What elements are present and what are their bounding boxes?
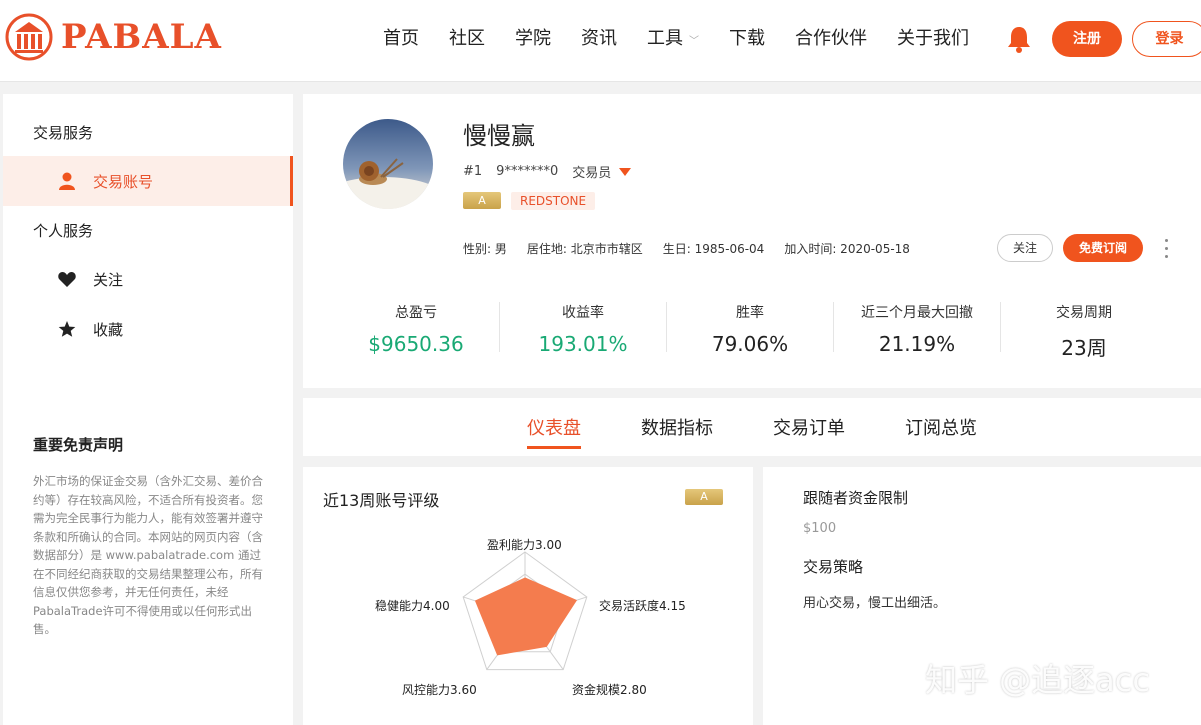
stat-label: 总盈亏 bbox=[395, 305, 437, 321]
brand-name: PABALA bbox=[61, 17, 222, 57]
stat-value: 79.06% bbox=[711, 332, 789, 356]
follower-limit-value: $100 bbox=[803, 521, 837, 536]
sidebar-item-favorite-label: 收藏 bbox=[93, 320, 124, 339]
nav-download[interactable]: 下载 bbox=[729, 24, 765, 57]
radar-label-activity: 交易活跃度4.15 bbox=[599, 599, 686, 613]
sidebar-item-follow-label: 关注 bbox=[93, 270, 124, 289]
account-meta: #1 9*******0 交易员 bbox=[463, 162, 645, 181]
sidebar-item-favorite[interactable]: 收藏 bbox=[3, 304, 293, 354]
role-label[interactable]: 交易员 bbox=[572, 162, 611, 181]
rating-card: 近13周账号评级 A 盈利能力3.00 交易活跃度4.15 资金规模2.80 风… bbox=[303, 467, 753, 725]
nav-about[interactable]: 关于我们 bbox=[897, 24, 969, 57]
radar-value-area bbox=[474, 577, 578, 656]
tab-dashboard[interactable]: 仪表盘 bbox=[527, 414, 581, 449]
stat-win-rate: 胜率 79.06% bbox=[667, 302, 834, 356]
radar-chart bbox=[462, 551, 588, 671]
stat-total-pnl: 总盈亏 $9650.36 bbox=[333, 302, 500, 356]
sidebar-section-personal: 个人服务 bbox=[33, 222, 94, 240]
personal-info: 性别: 男 居住地: 北京市市辖区 生日: 1985-06-04 加入时间: 2… bbox=[463, 240, 930, 257]
tag-row: A REDSTONE bbox=[463, 192, 596, 210]
profile-card: 慢慢赢 #1 9*******0 交易员 A REDSTONE 性别: 男 居住… bbox=[303, 94, 1201, 388]
stat-label: 近三个月最大回撤 bbox=[861, 305, 973, 321]
follow-button[interactable]: 关注 bbox=[997, 234, 1053, 262]
radar-label-capital: 资金规模2.80 bbox=[572, 683, 647, 697]
sidebar-item-account[interactable]: 交易账号 bbox=[3, 156, 293, 206]
pillar-logo-icon bbox=[5, 13, 53, 61]
rank: #1 bbox=[463, 164, 483, 179]
radar-label-risk: 风控能力3.60 bbox=[402, 683, 477, 697]
heart-icon bbox=[57, 269, 77, 289]
sidebar-section-trade: 交易服务 bbox=[33, 124, 94, 142]
stat-value: 21.19% bbox=[878, 332, 956, 356]
star-icon bbox=[57, 319, 77, 339]
tab-data-metrics[interactable]: 数据指标 bbox=[641, 414, 713, 440]
follower-limit-title: 跟随者资金限制 bbox=[803, 489, 909, 507]
location: 居住地: 北京市市辖区 bbox=[526, 242, 643, 256]
disclaimer-text: 外汇市场的保证金交易（含外汇交易、差价合约等）存在较高风险，不适合所有投资者。您… bbox=[33, 474, 263, 636]
birthday: 生日: 1985-06-04 bbox=[662, 242, 765, 256]
stat-trade-period: 交易周期 23周 bbox=[1001, 302, 1167, 360]
stat-value: $9650.36 bbox=[368, 332, 464, 356]
nav-home[interactable]: 首页 bbox=[383, 24, 419, 57]
stat-return-rate: 收益率 193.01% bbox=[500, 302, 667, 356]
nav-tools[interactable]: 工具 ﹀ bbox=[647, 24, 699, 57]
nav-partners[interactable]: 合作伙伴 bbox=[795, 24, 867, 57]
nav-tools-label: 工具 bbox=[647, 28, 683, 49]
sidebar-item-follow[interactable]: 关注 bbox=[3, 254, 293, 304]
radar-label-stability: 稳健能力4.00 bbox=[375, 599, 450, 613]
watermark: 知乎 @追逐acc bbox=[925, 661, 1150, 699]
nav-academy[interactable]: 学院 bbox=[515, 24, 551, 57]
chevron-down-icon: ﹀ bbox=[689, 36, 699, 47]
avatar bbox=[343, 119, 433, 209]
account-number: 9*******0 bbox=[496, 164, 559, 179]
tab-subscription-overview[interactable]: 订阅总览 bbox=[905, 414, 977, 440]
login-button[interactable]: 登录 bbox=[1132, 21, 1201, 57]
stat-max-drawdown: 近三个月最大回撤 21.19% bbox=[834, 302, 1001, 356]
register-button[interactable]: 注册 bbox=[1052, 21, 1122, 57]
sidebar: 交易服务 交易账号 个人服务 关注 收藏 重要免责声明 外汇市场的保证金交易（含… bbox=[3, 94, 293, 725]
user-icon bbox=[57, 171, 77, 191]
join-date: 加入时间: 2020-05-18 bbox=[784, 242, 910, 256]
subscribe-button[interactable]: 免费订阅 bbox=[1063, 234, 1143, 262]
stat-label: 交易周期 bbox=[1056, 305, 1112, 321]
more-options-icon[interactable] bbox=[1161, 236, 1171, 260]
nav-community[interactable]: 社区 bbox=[449, 24, 485, 57]
snail-avatar-image bbox=[343, 119, 433, 209]
stat-label: 收益率 bbox=[562, 305, 604, 321]
stats-row: 总盈亏 $9650.36 收益率 193.01% 胜率 79.06% 近三个月最… bbox=[333, 302, 1167, 360]
brand-logo[interactable]: PABALA bbox=[5, 13, 222, 61]
gender: 性别: 男 bbox=[463, 242, 507, 256]
bell-icon[interactable] bbox=[1006, 25, 1032, 53]
main-nav: 首页 社区 学院 资讯 工具 ﹀ 下载 合作伙伴 关于我们 bbox=[368, 24, 984, 57]
nav-news[interactable]: 资讯 bbox=[581, 24, 617, 57]
tab-bar: 仪表盘 数据指标 交易订单 订阅总览 bbox=[303, 398, 1201, 456]
tab-trade-orders[interactable]: 交易订单 bbox=[773, 414, 845, 440]
sidebar-item-account-label: 交易账号 bbox=[93, 172, 154, 191]
stat-value: 23周 bbox=[1061, 336, 1107, 360]
radar-label-profit: 盈利能力3.00 bbox=[487, 538, 562, 552]
strategy-text: 用心交易，慢工出细活。 bbox=[803, 596, 947, 611]
strategy-title: 交易策略 bbox=[803, 558, 864, 576]
top-header: PABALA 首页 社区 学院 资讯 工具 ﹀ 下载 合作伙伴 关于我们 注册 登… bbox=[0, 0, 1201, 82]
stat-value: 193.01% bbox=[538, 332, 628, 356]
triangle-down-icon[interactable] bbox=[619, 167, 632, 176]
broker-badge: REDSTONE bbox=[511, 192, 596, 210]
grade-badge: A bbox=[463, 192, 501, 209]
disclaimer-title: 重要免责声明 bbox=[33, 436, 124, 454]
user-name: 慢慢赢 bbox=[463, 122, 535, 150]
stat-label: 胜率 bbox=[736, 305, 764, 321]
